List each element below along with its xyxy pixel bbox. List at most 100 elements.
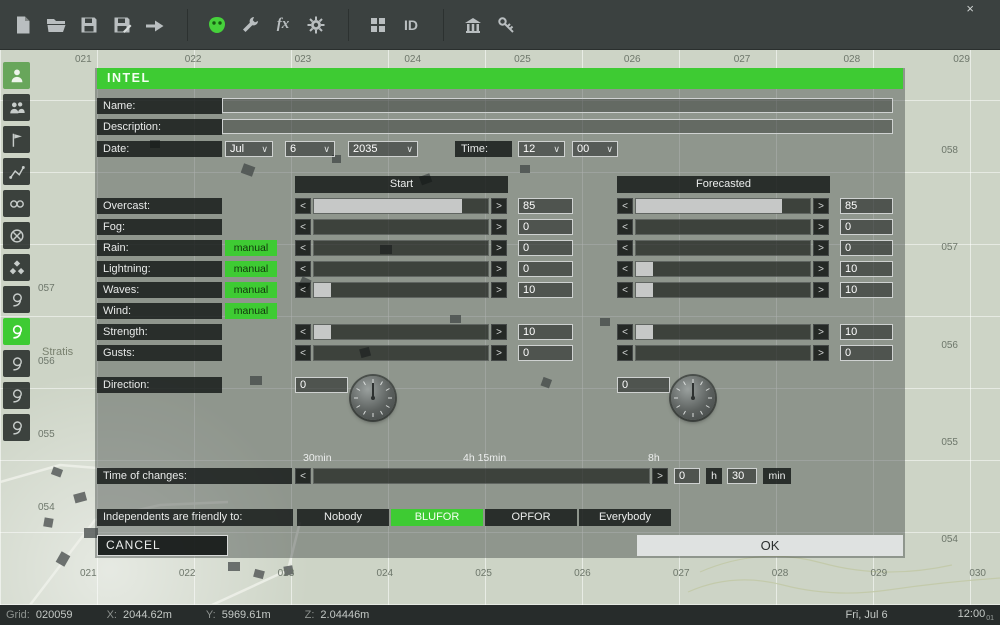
start-increase-button[interactable]: > (491, 261, 507, 277)
start-decrease-button[interactable]: < (295, 345, 311, 361)
manual-toggle-button[interactable]: manual (225, 261, 277, 277)
forecast-value-field[interactable]: 10 (840, 282, 893, 298)
forecast-slider[interactable] (635, 198, 811, 214)
forecast-slider[interactable] (635, 282, 811, 298)
forecast-slider[interactable] (635, 324, 811, 340)
sensor-1-icon[interactable] (3, 286, 30, 313)
start-value-field[interactable]: 0 (518, 345, 573, 361)
start-increase-button[interactable]: > (491, 324, 507, 340)
direction-start-field[interactable]: 0 (295, 377, 348, 393)
settings-gear-icon[interactable] (301, 10, 331, 40)
keys-icon[interactable] (491, 10, 521, 40)
tools-wrench-icon[interactable] (235, 10, 265, 40)
forecast-decrease-button[interactable]: < (617, 282, 633, 298)
forecast-decrease-button[interactable]: < (617, 219, 633, 235)
start-value-field[interactable]: 85 (518, 198, 573, 214)
forecast-decrease-button[interactable]: < (617, 198, 633, 214)
window-close-button[interactable]: × (962, 2, 978, 16)
forecast-slider[interactable] (635, 240, 811, 256)
waypoints-icon[interactable] (3, 158, 30, 185)
intel-icon[interactable] (3, 318, 30, 345)
year-dropdown[interactable]: 2035 ∨ (348, 141, 418, 157)
forecast-increase-button[interactable]: > (813, 282, 829, 298)
start-decrease-button[interactable]: < (295, 324, 311, 340)
forecast-value-field[interactable]: 0 (840, 240, 893, 256)
independents-option-nobody[interactable]: Nobody (297, 509, 389, 526)
name-input[interactable] (222, 98, 893, 113)
new-file-icon[interactable] (8, 10, 38, 40)
start-decrease-button[interactable]: < (295, 198, 311, 214)
forecast-value-field[interactable]: 0 (840, 219, 893, 235)
forecast-increase-button[interactable]: > (813, 345, 829, 361)
start-value-field[interactable]: 0 (518, 219, 573, 235)
manual-toggle-button[interactable]: manual (225, 240, 277, 256)
forecast-increase-button[interactable]: > (813, 240, 829, 256)
start-slider[interactable] (313, 282, 489, 298)
wind-direction-dial-forecast[interactable] (671, 376, 715, 420)
structures-icon[interactable] (458, 10, 488, 40)
modules-icon[interactable] (3, 254, 30, 281)
save-as-icon[interactable] (107, 10, 137, 40)
save-icon[interactable] (74, 10, 104, 40)
forecast-value-field[interactable]: 0 (840, 345, 893, 361)
month-dropdown[interactable]: Jul ∨ (225, 141, 273, 157)
time-of-changes-slider[interactable] (313, 468, 650, 484)
start-slider[interactable] (313, 345, 489, 361)
start-increase-button[interactable]: > (491, 240, 507, 256)
triggers-flag-icon[interactable] (3, 126, 30, 153)
independents-option-everybody[interactable]: Everybody (579, 509, 671, 526)
forecast-value-field[interactable]: 85 (840, 198, 893, 214)
start-slider[interactable] (313, 324, 489, 340)
start-increase-button[interactable]: > (491, 198, 507, 214)
start-slider[interactable] (313, 219, 489, 235)
forecast-increase-button[interactable]: > (813, 198, 829, 214)
manual-toggle-button[interactable]: manual (225, 282, 277, 298)
addons-icon[interactable] (202, 10, 232, 40)
start-decrease-button[interactable]: < (295, 261, 311, 277)
day-dropdown[interactable]: 6 ∨ (285, 141, 335, 157)
forecast-increase-button[interactable]: > (813, 324, 829, 340)
time-of-changes-increase-button[interactable]: > (652, 468, 668, 484)
start-increase-button[interactable]: > (491, 219, 507, 235)
start-increase-button[interactable]: > (491, 282, 507, 298)
synchronize-links-icon[interactable] (3, 190, 30, 217)
start-value-field[interactable]: 10 (518, 282, 573, 298)
id-icon[interactable]: ID (396, 10, 426, 40)
forecast-decrease-button[interactable]: < (617, 261, 633, 277)
open-folder-icon[interactable] (41, 10, 71, 40)
start-value-field[interactable]: 0 (518, 240, 573, 256)
units-mode-icon[interactable] (3, 62, 30, 89)
modules-grid-icon[interactable] (363, 10, 393, 40)
forecast-value-field[interactable]: 10 (840, 324, 893, 340)
wind-direction-dial-start[interactable] (351, 376, 395, 420)
start-slider[interactable] (313, 261, 489, 277)
ok-button[interactable]: OK (637, 535, 903, 556)
start-increase-button[interactable]: > (491, 345, 507, 361)
description-input[interactable] (222, 119, 893, 134)
start-decrease-button[interactable]: < (295, 282, 311, 298)
sensor-4-icon[interactable] (3, 414, 30, 441)
start-decrease-button[interactable]: < (295, 240, 311, 256)
hour-dropdown[interactable]: 12 ∨ (518, 141, 565, 157)
start-decrease-button[interactable]: < (295, 219, 311, 235)
time-of-changes-decrease-button[interactable]: < (295, 468, 311, 484)
forecast-slider[interactable] (635, 261, 811, 277)
forecast-decrease-button[interactable]: < (617, 240, 633, 256)
markers-icon[interactable] (3, 222, 30, 249)
forecast-increase-button[interactable]: > (813, 261, 829, 277)
forecast-decrease-button[interactable]: < (617, 345, 633, 361)
functions-icon[interactable]: fx (268, 10, 298, 40)
minute-dropdown[interactable]: 00 ∨ (572, 141, 618, 157)
manual-toggle-button[interactable]: manual (225, 303, 277, 319)
start-value-field[interactable]: 10 (518, 324, 573, 340)
start-value-field[interactable]: 0 (518, 261, 573, 277)
cancel-button[interactable]: CANCEL (97, 535, 228, 556)
independents-option-opfor[interactable]: OPFOR (485, 509, 577, 526)
forecast-slider[interactable] (635, 345, 811, 361)
hours-field[interactable]: 0 (674, 468, 700, 484)
direction-forecast-field[interactable]: 0 (617, 377, 670, 393)
forecast-increase-button[interactable]: > (813, 219, 829, 235)
forecast-slider[interactable] (635, 219, 811, 235)
start-slider[interactable] (313, 198, 489, 214)
sensor-2-icon[interactable] (3, 350, 30, 377)
